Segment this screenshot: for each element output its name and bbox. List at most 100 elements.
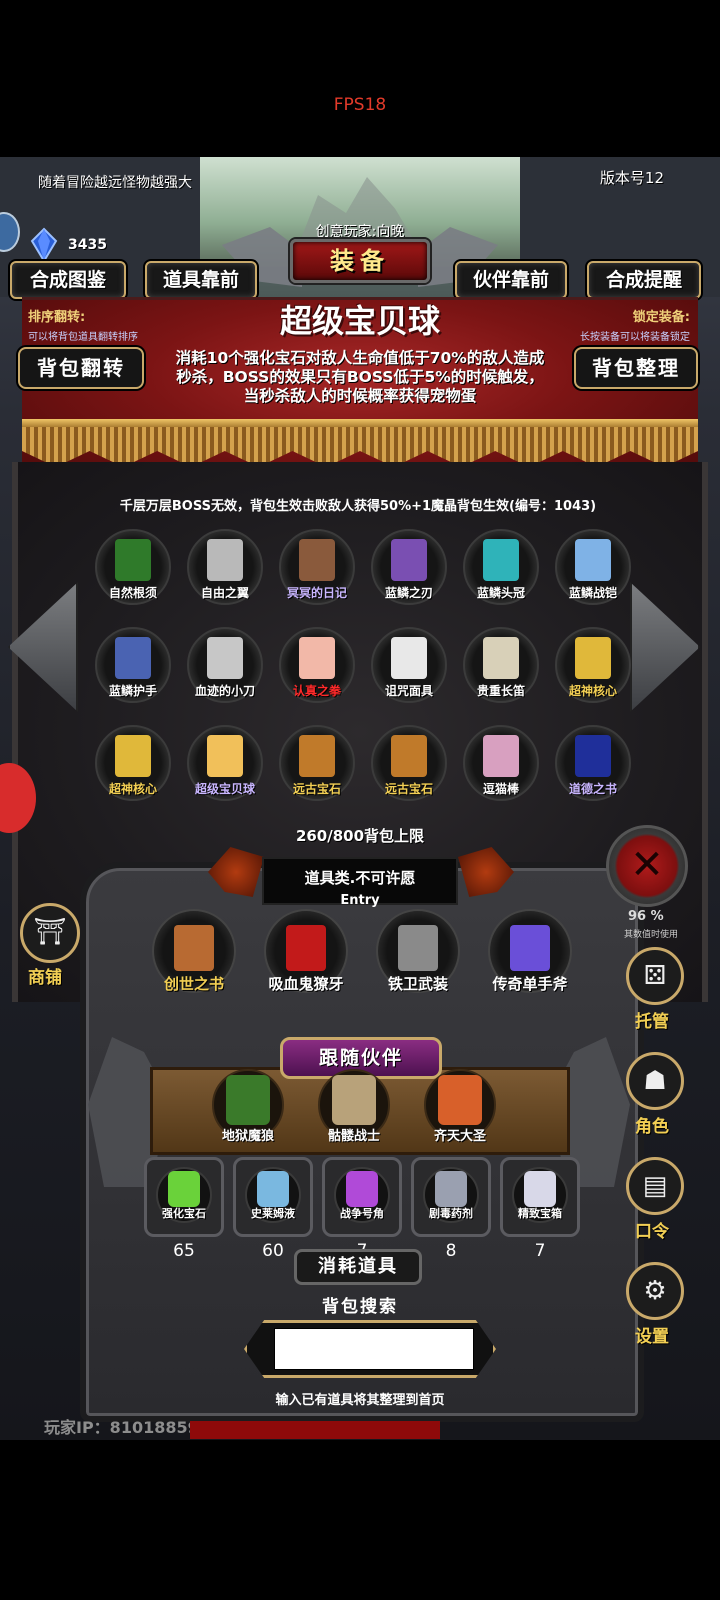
item-icon [391, 637, 427, 679]
menu-label[interactable]: 设置 [626, 1322, 678, 1347]
partner-slot[interactable]: 齐天大圣 [412, 1069, 508, 1149]
hood-icon[interactable]: ☗ [626, 1052, 684, 1110]
dice-icon[interactable]: ⚄ [626, 947, 684, 1005]
shop-icon[interactable]: ⚄⛩ [20, 903, 80, 963]
item-icon [286, 925, 326, 971]
shop-glyph: ⛩ [33, 917, 67, 947]
item-name: 道德之书 [568, 782, 617, 796]
bag-search-label: 背包搜索 [322, 1297, 398, 1317]
consumables-title: 消耗道具 [294, 1249, 422, 1285]
consumable-slot[interactable]: 剧毒药剂 8 [411, 1157, 491, 1267]
item-name: 自然根须 [108, 586, 157, 600]
shop-label[interactable]: 商铺 [28, 963, 62, 988]
inventory-slot[interactable]: 超神核心 [93, 725, 173, 805]
item-name: 远古宝石 [384, 782, 433, 796]
bag-effect-note: 千层万层BOSS无效，背包生效击败敌人获得50%+1魔晶背包生效(编号：1043… [119, 499, 597, 514]
item-name: 蓝鳞战铠 [568, 586, 617, 600]
item-icon [483, 637, 519, 679]
item-name: 史莱姆液 [251, 1207, 295, 1220]
item-icon [398, 925, 438, 971]
inventory-slot[interactable]: 认真之拳 [277, 627, 357, 707]
item-name: 超神核心 [108, 782, 157, 796]
consumable-slot[interactable]: 精致宝箱 7 [500, 1157, 580, 1267]
selected-item-name: 超级宝贝球 [279, 302, 440, 340]
version-label: 版本号12 [599, 169, 664, 187]
progress-strip [190, 1421, 440, 1439]
equipped-slot[interactable]: 创世之书 [146, 909, 242, 1005]
equipped-slot[interactable]: 传奇单手斧 [482, 909, 578, 1005]
items-front-button[interactable]: 道具靠前 [145, 261, 257, 299]
item-name: 远古宝石 [292, 782, 341, 796]
item-name: 传奇单手斧 [492, 975, 568, 993]
compendium-button[interactable]: 合成图鉴 [10, 261, 126, 299]
item-icon [115, 735, 151, 777]
inventory-slot[interactable]: 诅咒面具 [369, 627, 449, 707]
partner-front-button[interactable]: 伙伴靠前 [455, 261, 567, 299]
synthesis-reminder-button[interactable]: 合成提醒 [587, 261, 701, 299]
selected-item-description: 消耗10个强化宝石对敌人生命值低于70%的敌人造成秒杀，BOSS的效果只有BOS… [175, 349, 545, 405]
inventory-slot[interactable]: 蓝鳞护手 [93, 627, 173, 707]
inventory-slot[interactable]: 远古宝石 [369, 725, 449, 805]
item-icon [207, 539, 243, 581]
item-icon [483, 735, 519, 777]
hood-icon-glyph: ☗ [643, 1066, 667, 1096]
menu-label[interactable]: 角色 [626, 1112, 678, 1137]
partner-name: 齐天大圣 [433, 1129, 486, 1144]
item-icon [575, 539, 611, 581]
close-button[interactable]: ✕ [606, 825, 688, 907]
page-title: 装备 [290, 239, 430, 283]
item-name: 战争号角 [340, 1207, 384, 1220]
inventory-slot[interactable]: 远古宝石 [277, 725, 357, 805]
item-icon [174, 925, 214, 971]
equipped-slot[interactable]: 吸血鬼獠牙 [258, 909, 354, 1005]
partner-slot[interactable]: 地狱魔狼 [200, 1069, 296, 1149]
inventory-slot[interactable]: 自然根须 [93, 529, 173, 609]
bag-sort-button[interactable]: 背包整理 [574, 347, 698, 389]
game-screen: 随着冒险越远怪物越强大 版本号12 3435 创意玩家:向晚 装备 合成图鉴 道… [0, 157, 720, 1440]
item-name: 血迹的小刀 [194, 684, 255, 698]
inventory-slot[interactable]: 冥冥的日记 [277, 529, 357, 609]
item-icon [168, 1171, 200, 1207]
item-icon [299, 539, 335, 581]
inventory-slot[interactable]: 蓝鳞之刃 [369, 529, 449, 609]
inventory-slot[interactable]: 蓝鳞战铠 [553, 529, 633, 609]
inventory-slot[interactable]: 自由之翼 [185, 529, 265, 609]
bag-flip-button[interactable]: 背包翻转 [18, 347, 144, 389]
item-name: 超神核心 [568, 684, 617, 698]
consumables-title-text: 消耗道具 [318, 1256, 398, 1277]
partner-icon [438, 1075, 482, 1125]
inventory-slot[interactable]: 逗猫棒 [461, 725, 541, 805]
inventory-slot[interactable]: 血迹的小刀 [185, 627, 265, 707]
item-icon [299, 637, 335, 679]
inventory-slot[interactable]: 超神核心 [553, 627, 633, 707]
item-name: 认真之拳 [292, 684, 341, 698]
menu-label[interactable]: 口令 [626, 1217, 678, 1242]
dice-icon-glyph: ⚄ [643, 961, 667, 991]
menu-label[interactable]: 托管 [626, 1007, 678, 1032]
item-icon [575, 735, 611, 777]
partner-name: 骷髅战士 [327, 1129, 380, 1144]
item-icon [435, 1171, 467, 1207]
item-icon [207, 735, 243, 777]
item-icon [346, 1171, 378, 1207]
inventory-slot[interactable]: 超级宝贝球 [185, 725, 265, 805]
item-name: 逗猫棒 [482, 782, 519, 796]
item-name: 剧毒药剂 [429, 1207, 473, 1220]
item-name: 强化宝石 [162, 1207, 206, 1220]
gear-icon[interactable]: ⚙ [626, 1262, 684, 1320]
item-name: 自由之翼 [200, 586, 249, 600]
gear-icon-glyph: ⚙ [643, 1276, 667, 1306]
item-count: 7 [534, 1241, 546, 1261]
equipped-slot[interactable]: 铁卫武装 [370, 909, 466, 1005]
partner-slot[interactable]: 骷髅战士 [306, 1069, 402, 1149]
inventory-slot[interactable]: 蓝鳞头冠 [461, 529, 541, 609]
item-icon [483, 539, 519, 581]
inventory-slot[interactable]: 道德之书 [553, 725, 633, 805]
partner-icon [332, 1075, 376, 1125]
scroll-icon[interactable]: ▤ [626, 1157, 684, 1215]
bag-search-input[interactable] [274, 1328, 474, 1370]
item-name: 蓝鳞护手 [108, 684, 157, 698]
inventory-slot[interactable]: 贵重长笛 [461, 627, 541, 707]
consumable-slot[interactable]: 强化宝石 65 [144, 1157, 224, 1267]
percent-value: 96 % [628, 909, 664, 924]
